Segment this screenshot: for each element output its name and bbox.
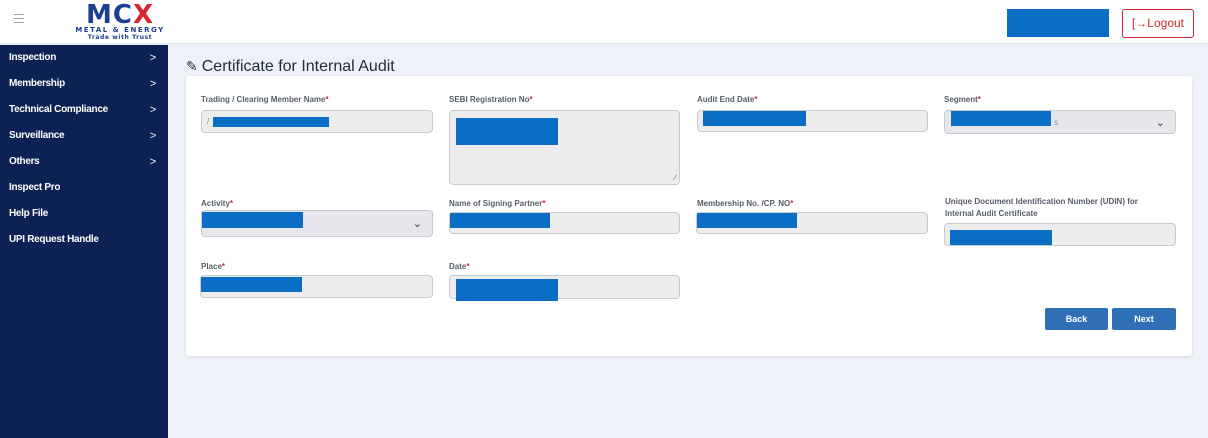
sidebar-item-others[interactable]: Others > <box>0 149 168 175</box>
place-field[interactable] <box>200 275 433 298</box>
redacted-value <box>202 212 303 228</box>
chevron-right-icon: > <box>149 104 156 116</box>
date-label: Date* <box>449 262 470 271</box>
sebi-registration-textarea[interactable]: ∕ <box>449 110 680 185</box>
sidebar-item-upi-request-handle[interactable]: UPI Request Handle <box>0 227 168 253</box>
redacted-value <box>456 118 558 145</box>
redacted-value <box>951 111 1051 126</box>
next-button[interactable]: Next <box>1112 308 1176 330</box>
redacted-value <box>450 213 550 228</box>
membership-no-field[interactable] <box>696 212 928 234</box>
sidebar-item-surveillance[interactable]: Surveillance > <box>0 123 168 149</box>
redacted-value <box>703 111 806 126</box>
trading-member-name-label: Trading / Clearing Member Name* <box>201 95 329 104</box>
redacted-value <box>950 230 1052 245</box>
redacted-value <box>456 279 558 301</box>
activity-select[interactable]: ⌄ <box>201 210 433 237</box>
sidebar-item-membership[interactable]: Membership > <box>0 71 168 97</box>
signing-partner-label: Name of Signing Partner* <box>449 199 546 208</box>
back-button[interactable]: Back <box>1045 308 1108 330</box>
sidebar-item-inspect-pro[interactable]: Inspect Pro <box>0 175 168 201</box>
chevron-right-icon: > <box>149 78 156 90</box>
audit-end-date-label: Audit End Date* <box>697 95 758 104</box>
chevron-down-icon: ⌄ <box>1155 117 1165 129</box>
segment-select[interactable]: s ⌄ <box>944 110 1176 134</box>
trading-member-name-field[interactable]: / <box>201 110 433 133</box>
form-card: Trading / Clearing Member Name* / SEBI R… <box>186 76 1192 356</box>
page-title: ✎ Certificate for Internal Audit <box>186 58 395 75</box>
redacted-value <box>697 213 797 228</box>
sidebar-item-inspection[interactable]: Inspection > <box>0 45 168 71</box>
chevron-down-icon: ⌄ <box>412 218 422 230</box>
udin-field[interactable] <box>944 223 1176 246</box>
mcx-logo: MCX METAL & ENERGY Trade with Trust <box>75 0 165 41</box>
redacted-value <box>201 277 302 292</box>
signing-partner-field[interactable] <box>449 212 680 234</box>
sebi-registration-label: SEBI Registration No* <box>449 95 533 104</box>
chevron-right-icon: > <box>149 156 156 168</box>
resize-handle-icon[interactable]: ∕ <box>675 173 676 182</box>
sidebar-item-technical-compliance[interactable]: Technical Compliance > <box>0 97 168 123</box>
audit-end-date-field[interactable] <box>697 110 928 132</box>
chevron-right-icon: > <box>149 52 156 64</box>
place-label: Place* <box>201 262 226 271</box>
sidebar: Inspection > Membership > Technical Compli… <box>0 45 168 438</box>
redacted-value <box>213 117 329 127</box>
chevron-right-icon: > <box>149 130 156 142</box>
hamburger-menu-icon[interactable] <box>14 14 24 24</box>
segment-label: Segment* <box>944 95 981 104</box>
activity-label: Activity* <box>201 199 234 208</box>
top-bar: MCX METAL & ENERGY Trade with Trust [→Lo… <box>0 0 1208 44</box>
user-name-redacted[interactable] <box>1007 9 1109 37</box>
date-field[interactable] <box>449 275 680 301</box>
logout-button[interactable]: [→Logout <box>1122 9 1194 38</box>
pencil-icon: ✎ <box>186 58 198 74</box>
membership-no-label: Membership No. /CP. NO* <box>697 199 794 208</box>
sidebar-item-help-file[interactable]: Help File <box>0 201 168 227</box>
udin-label: Unique Document Identification Number (U… <box>945 197 1138 218</box>
